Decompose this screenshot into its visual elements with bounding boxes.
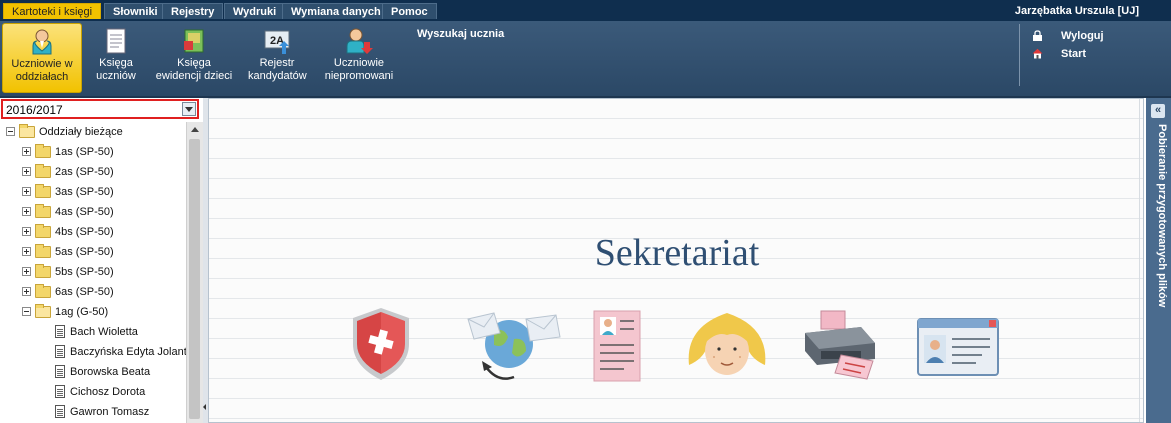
expand-icon[interactable]: [22, 247, 31, 256]
folder-icon: [35, 244, 51, 258]
certificate-icon: [593, 310, 641, 382]
folder-icon: [35, 264, 51, 278]
not-promoted-students-label-1: Uczniowie: [333, 57, 385, 69]
tree-student-label: Cichosz Dorota: [70, 386, 146, 398]
tree-class-label: 2as (SP-50): [55, 166, 114, 178]
folder-icon: [35, 204, 51, 218]
tab-pomoc[interactable]: Pomoc: [382, 3, 437, 19]
document-icon: [55, 325, 65, 338]
tab-slowniki[interactable]: Słowniki: [104, 3, 167, 19]
tree-student-label: Baczyńska Edyta Jolanta: [70, 346, 186, 358]
home-icon: [1032, 48, 1043, 59]
not-promoted-students-label-2: niepromowani: [324, 70, 394, 82]
folder-icon: [35, 164, 51, 178]
tree-class-label: 5bs (SP-50): [55, 266, 114, 278]
downloads-panel-label: Pobieranie przygotowanych plików: [1156, 124, 1168, 308]
expand-icon[interactable]: [22, 267, 31, 276]
tree-student-label: Gawron Tomasz: [70, 406, 150, 418]
chevron-down-icon[interactable]: [182, 102, 196, 116]
expand-icon[interactable]: [22, 187, 31, 196]
register-2a-icon: 2A: [262, 27, 292, 55]
school-year-select[interactable]: 2016/2017: [1, 99, 199, 119]
students-in-classes-label-2: oddziałach: [15, 71, 69, 83]
document-icon: [55, 345, 65, 358]
children-register-book-label-1: Księga: [177, 57, 211, 69]
user-icon: [27, 28, 57, 56]
book-icon: [101, 27, 131, 55]
tab-wymiana-danych[interactable]: Wymiana danych: [282, 3, 390, 19]
document-icon: [55, 385, 65, 398]
document-icon: [55, 405, 65, 418]
expand-panel-icon[interactable]: «: [1151, 104, 1165, 118]
candidates-register-label-1: Rejestr: [259, 57, 295, 69]
left-panel: 2016/2017 Oddziały bieżące 1as (SP-50) 2…: [0, 98, 204, 423]
collapse-icon[interactable]: [22, 307, 31, 316]
start-label: Start: [1061, 48, 1087, 60]
students-in-classes-label-1: Uczniowie w: [11, 58, 73, 70]
user-name: Jarzębatka Urszula [UJ]: [1014, 5, 1139, 17]
expand-icon[interactable]: [22, 207, 31, 216]
class-tree: Oddziały bieżące 1as (SP-50) 2as (SP-50)…: [0, 122, 186, 423]
expand-icon[interactable]: [22, 287, 31, 296]
tab-rejestry[interactable]: Rejestry: [162, 3, 224, 19]
children-register-book-label-2: ewidencji dzieci: [155, 70, 233, 82]
tree-class-label: 3as (SP-50): [55, 186, 114, 198]
scroll-up-icon[interactable]: [187, 122, 202, 137]
tree-class-label: 4bs (SP-50): [55, 226, 114, 238]
menu-bar: Kartoteki i księgi Słowniki Rejestry Wyd…: [0, 0, 1171, 21]
students-book-button[interactable]: Księga uczniów: [88, 23, 144, 93]
document-icon: [55, 365, 65, 378]
logout-label: Wyloguj: [1061, 30, 1104, 42]
tree-class-label: 6as (SP-50): [55, 286, 114, 298]
collapse-left-icon[interactable]: [203, 404, 206, 410]
scroll-thumb[interactable]: [189, 139, 200, 419]
folder-icon: [35, 284, 51, 298]
folder-icon: [35, 224, 51, 238]
folder-icon: [35, 144, 51, 158]
tree-class-label: 1ag (G-50): [55, 306, 109, 318]
tree-student-label: Borowska Beata: [70, 366, 151, 378]
lock-icon: [1033, 30, 1042, 41]
expand-icon[interactable]: [22, 167, 31, 176]
tree-class-label: 1as (SP-50): [55, 146, 114, 158]
collapse-icon[interactable]: [6, 127, 15, 136]
expand-icon[interactable]: [22, 227, 31, 236]
candidates-register-label-2: kandydatów: [248, 70, 307, 82]
ribbon: Uczniowie w oddziałach Księga uczniów Ks…: [0, 21, 1171, 98]
tree-class-label: 5as (SP-50): [55, 246, 114, 258]
tree-scrollbar[interactable]: [186, 122, 203, 423]
tab-wydruki[interactable]: Wydruki: [224, 3, 286, 19]
students-in-classes-button[interactable]: Uczniowie w oddziałach: [2, 23, 82, 93]
tree-class-label: 4as (SP-50): [55, 206, 114, 218]
id-card-icon: [917, 318, 999, 376]
expand-icon[interactable]: [22, 147, 31, 156]
school-year-value: 2016/2017: [6, 103, 63, 117]
downloads-side-panel[interactable]: « Pobieranie przygotowanych plików: [1146, 98, 1171, 423]
printer-icon: [805, 310, 875, 380]
tree-root-label: Oddziały bieżące: [39, 126, 123, 138]
user-down-icon: [344, 27, 374, 55]
students-book-label-2: uczniów: [96, 70, 136, 82]
tree-student-label: Bach Wioletta: [70, 326, 138, 338]
tab-kartoteki[interactable]: Kartoteki i księgi: [3, 3, 102, 19]
search-student-link[interactable]: Wyszukaj ucznia: [417, 28, 504, 40]
folder-icon: [35, 184, 51, 198]
globe-mail-icon: [467, 312, 561, 380]
girl-face-icon: [688, 313, 766, 375]
open-folder-icon: [19, 124, 35, 138]
map-book-icon: [179, 27, 209, 55]
main-content: Sekretariat: [208, 98, 1144, 423]
children-register-book-button[interactable]: Księga ewidencji dzieci: [150, 23, 238, 93]
open-folder-icon: [35, 304, 51, 318]
session-actions: Wyloguj Start: [1019, 24, 1170, 86]
not-promoted-students-button[interactable]: Uczniowie niepromowani: [318, 23, 400, 93]
students-book-label-1: Księga: [99, 57, 133, 69]
page-title: Sekretariat: [594, 232, 760, 274]
shield-icon: [353, 308, 409, 380]
candidates-register-button[interactable]: 2A Rejestr kandydatów: [244, 23, 310, 93]
